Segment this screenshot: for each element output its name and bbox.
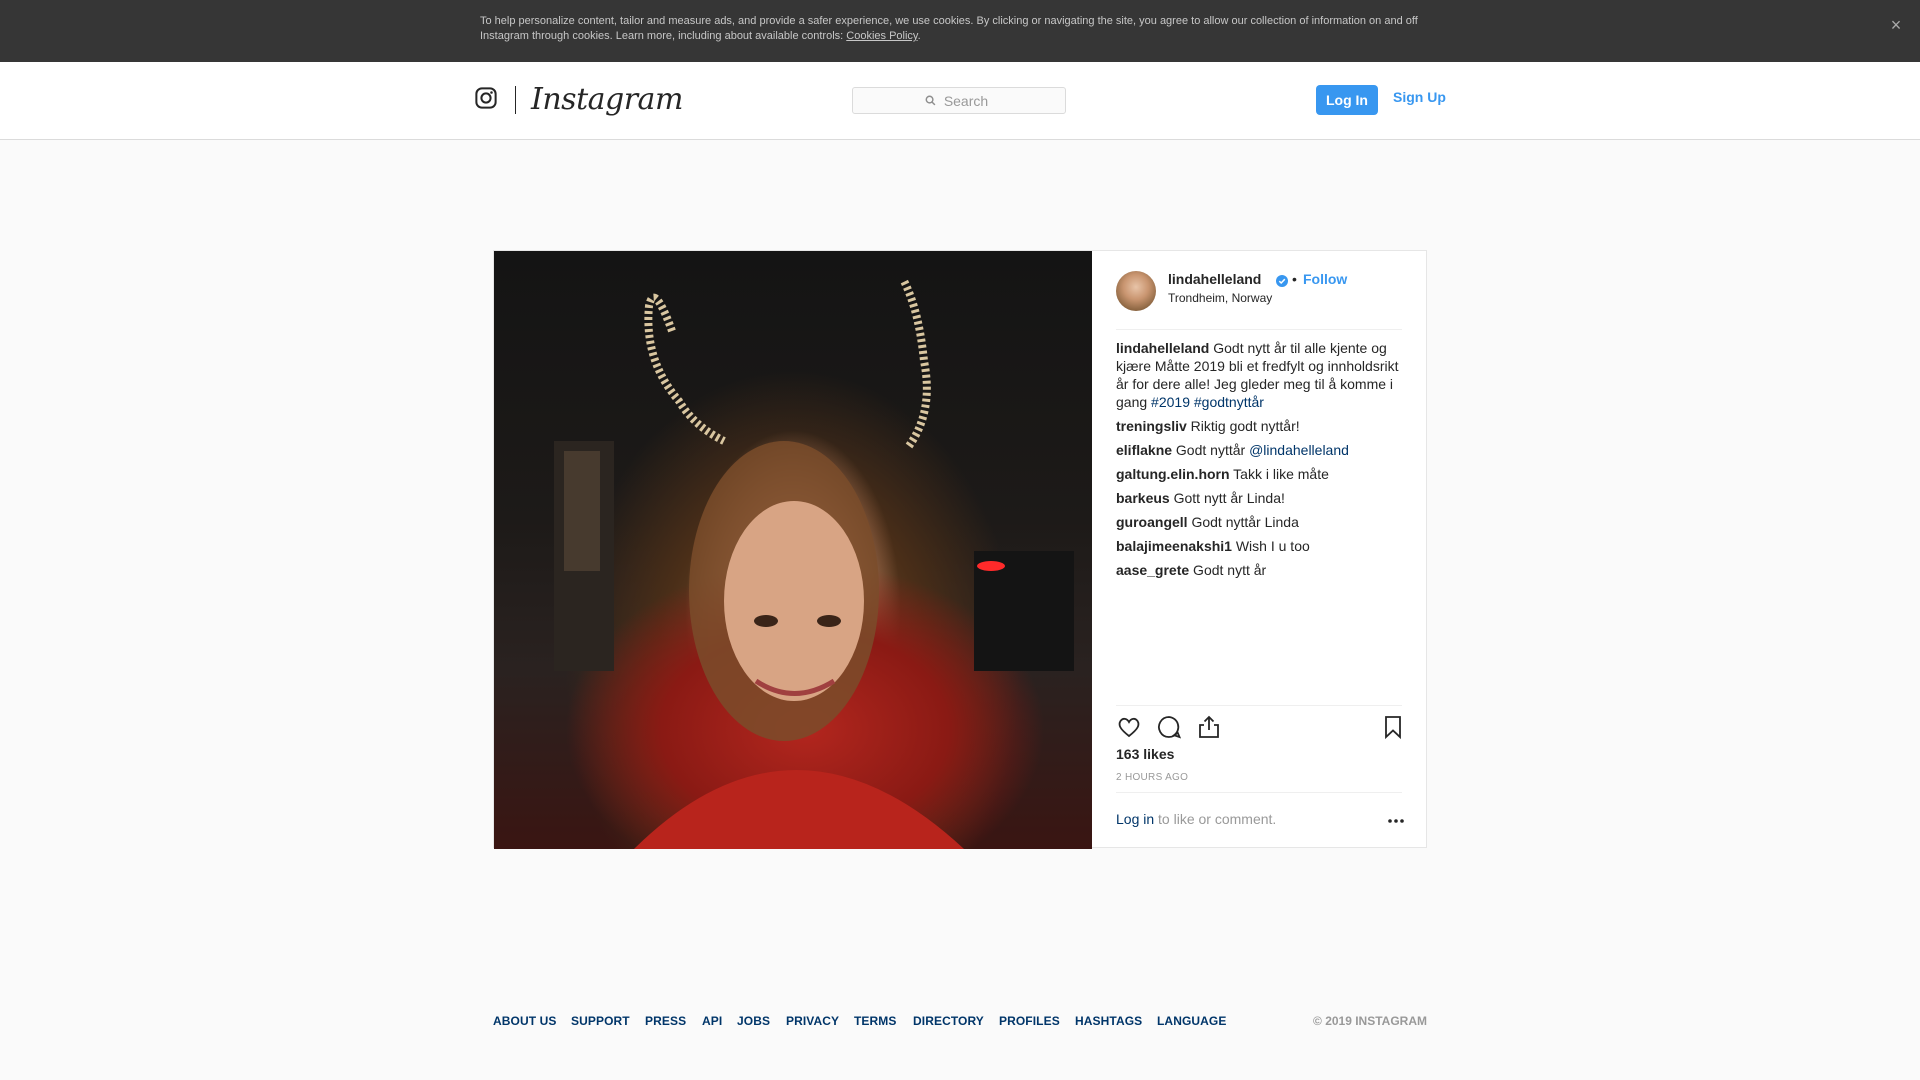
search-input[interactable] (853, 88, 1065, 113)
more-options-icon[interactable] (1386, 811, 1406, 831)
post-photo[interactable] (494, 251, 1092, 849)
login-prompt: Log in to like or comment. (1116, 811, 1276, 827)
bookmark-icon[interactable] (1380, 714, 1406, 740)
cookie-trailing: . (917, 30, 921, 42)
hashtag-link[interactable]: #godtnyttår (1194, 394, 1264, 410)
comment-icon[interactable] (1156, 714, 1182, 740)
top-navbar: Instagram Log In Sign Up (0, 62, 1920, 140)
caption-username[interactable]: lindahelleland (1116, 340, 1209, 356)
comment-username[interactable]: aase_grete (1116, 562, 1189, 578)
instagram-logo[interactable]: Instagram (531, 80, 683, 120)
comment-text: Godt nytt år (1189, 562, 1267, 578)
log-in-link[interactable]: Log in (1116, 811, 1154, 827)
cookie-banner-text: To help personalize content, tailor and … (480, 14, 1440, 44)
comment-text: Gott nytt år Linda! (1169, 490, 1285, 506)
comment-item: guroangell Godt nyttår Linda (1116, 513, 1406, 531)
post-header: lindahelleland • Follow Trondheim, Norwa… (1116, 251, 1402, 330)
footer-link-directory[interactable]: DIRECTORY (913, 1014, 984, 1028)
avatar[interactable] (1116, 271, 1156, 311)
post-side-panel: lindahelleland • Follow Trondheim, Norwa… (1092, 251, 1426, 847)
footer-link-press[interactable]: PRESS (645, 1014, 686, 1028)
cookie-message: To help personalize content, tailor and … (480, 15, 1418, 42)
instagram-camera-icon[interactable] (475, 87, 497, 109)
separator-dot: • (1292, 271, 1297, 287)
footer: ABOUT US SUPPORT PRESS API JOBS PRIVACY … (493, 1012, 1427, 1032)
comment-item: aase_grete Godt nytt år (1116, 561, 1406, 579)
login-prompt-text: to like or comment. (1154, 811, 1277, 827)
comment-text: Riktig godt nyttår! (1186, 418, 1300, 434)
author-username[interactable]: lindahelleland (1168, 271, 1261, 287)
comment-item: treningsliv Riktig godt nyttår! (1116, 417, 1406, 435)
comment-username[interactable]: treningsliv (1116, 418, 1187, 434)
search-box[interactable] (852, 87, 1066, 114)
comment-text: Wish I u too (1231, 538, 1310, 554)
footer-link-privacy[interactable]: PRIVACY (786, 1014, 839, 1028)
footer-link-profiles[interactable]: PROFILES (999, 1014, 1060, 1028)
header-divider (515, 86, 516, 114)
verified-badge-icon (1276, 275, 1288, 287)
close-icon[interactable]: × (1886, 15, 1906, 35)
comment-username[interactable]: eliflakne (1116, 442, 1172, 458)
hashtag-link[interactable]: #2019 (1151, 394, 1190, 410)
heart-icon[interactable] (1116, 714, 1142, 740)
comment-item: galtung.elin.horn Takk i like måte (1116, 465, 1406, 483)
comment-username[interactable]: barkeus (1116, 490, 1170, 506)
post-actions: 163 likes 2 HOURS AGO Log in to like or … (1116, 705, 1404, 849)
footer-link-language[interactable]: LANGUAGE (1157, 1014, 1226, 1028)
comment-username[interactable]: guroangell (1116, 514, 1188, 530)
sign-up-link[interactable]: Sign Up (1393, 85, 1446, 115)
log-in-button[interactable]: Log In (1316, 85, 1378, 115)
comment-item: eliflakne Godt nyttår @lindahelleland (1116, 441, 1406, 459)
follow-button[interactable]: Follow (1303, 271, 1347, 287)
footer-link-jobs[interactable]: JOBS (737, 1014, 770, 1028)
footer-link-api[interactable]: API (702, 1014, 722, 1028)
footer-link-hashtags[interactable]: HASHTAGS (1075, 1014, 1142, 1028)
mention-link[interactable]: @lindahelleland (1249, 442, 1349, 458)
footer-link-about-us[interactable]: ABOUT US (493, 1014, 556, 1028)
caption: lindahelleland Godt nytt år til alle kje… (1116, 339, 1406, 411)
comment-text: Takk i like måte (1229, 466, 1329, 482)
comment-item: barkeus Gott nytt år Linda! (1116, 489, 1406, 507)
comment-item: balajimeenakshi1 Wish I u too (1116, 537, 1406, 555)
comment-text: Godt nyttår Linda (1187, 514, 1299, 530)
comments-list: lindahelleland Godt nytt år til alle kje… (1116, 339, 1406, 585)
cookie-banner: To help personalize content, tailor and … (0, 0, 1920, 62)
share-icon[interactable] (1196, 714, 1222, 740)
location-link[interactable]: Trondheim, Norway (1168, 291, 1272, 305)
comment-username[interactable]: galtung.elin.horn (1116, 466, 1230, 482)
copyright: © 2019 INSTAGRAM (1313, 1014, 1427, 1028)
comment-text: Godt nyttår (1172, 442, 1250, 458)
cookies-policy-link[interactable]: Cookies Policy (846, 30, 917, 42)
footer-link-terms[interactable]: TERMS (854, 1014, 897, 1028)
likes-count[interactable]: 163 likes (1116, 746, 1174, 762)
photo-illustration (554, 279, 1074, 849)
footer-link-support[interactable]: SUPPORT (571, 1014, 630, 1028)
post-timestamp[interactable]: 2 HOURS AGO (1116, 772, 1188, 783)
post-card: lindahelleland • Follow Trondheim, Norwa… (493, 250, 1427, 849)
login-to-comment-bar: Log in to like or comment. (1116, 792, 1404, 849)
comment-username[interactable]: balajimeenakshi1 (1116, 538, 1232, 554)
